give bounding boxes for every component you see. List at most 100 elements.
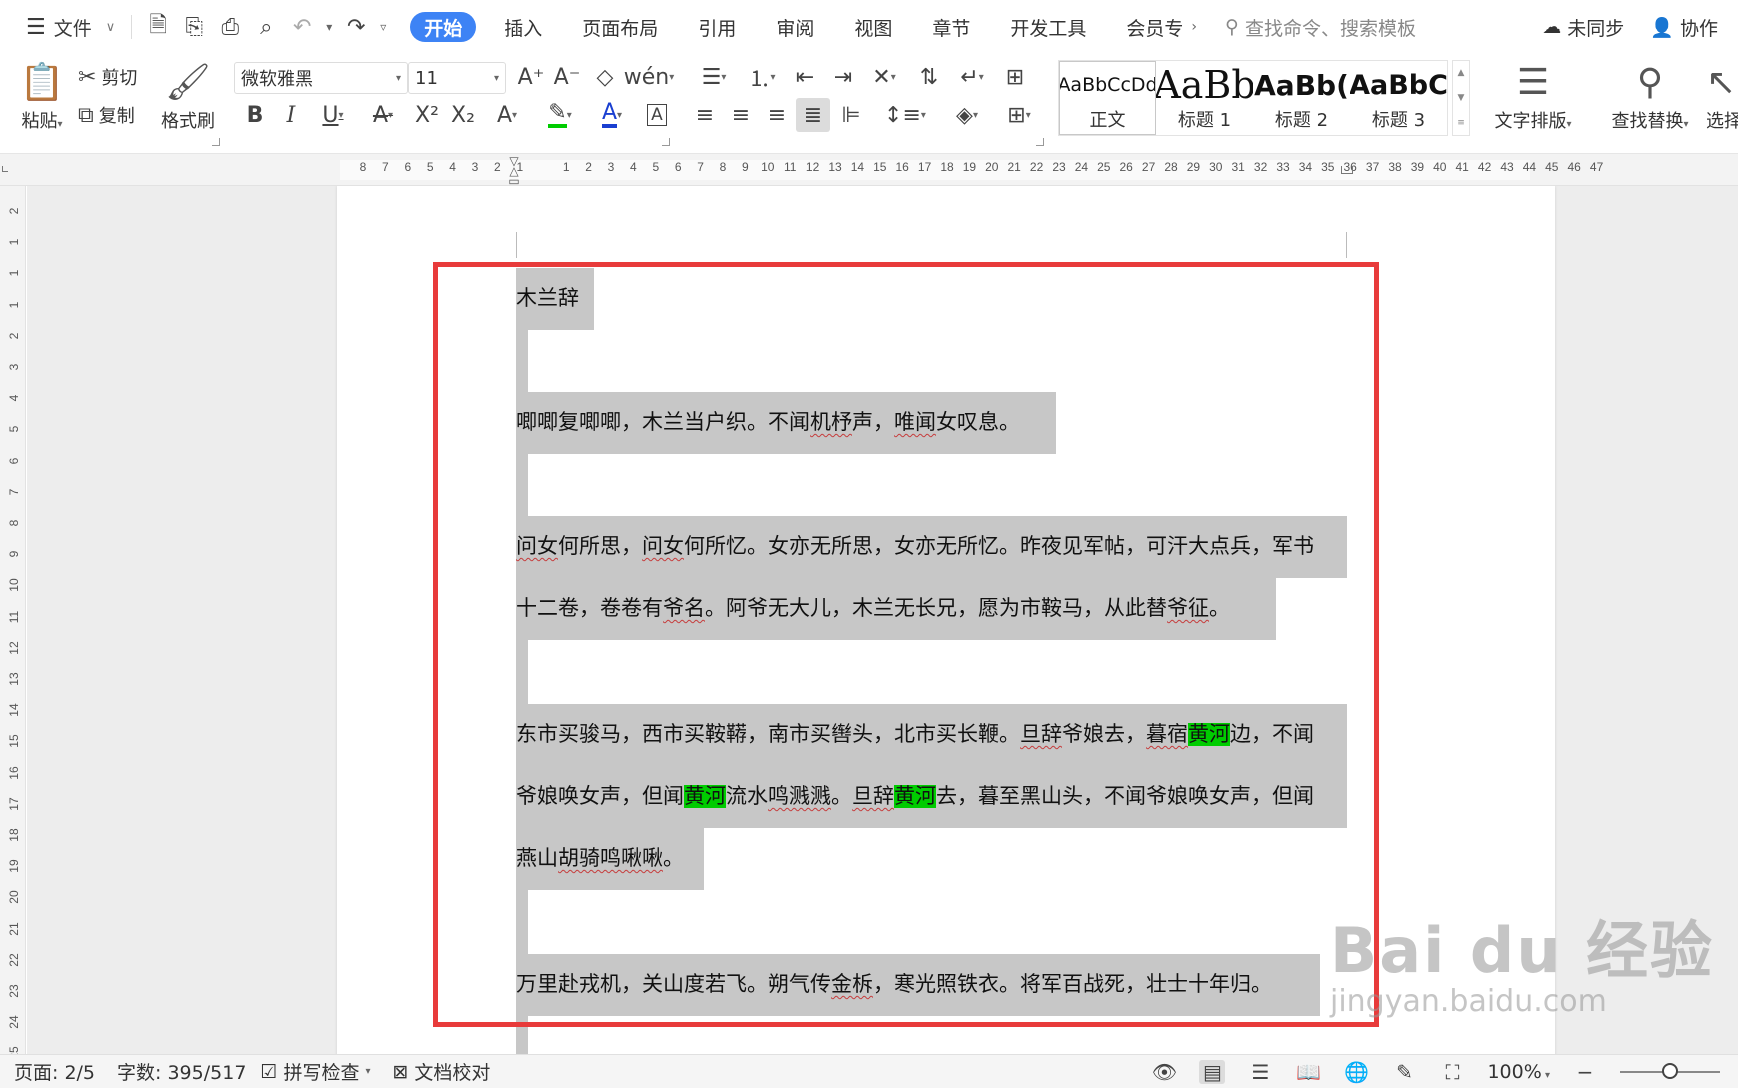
ruler-tick-label: 25 [7,1046,21,1054]
line-spacing-icon[interactable]: ↕≡ ▾ [882,98,928,132]
text-layout-button[interactable]: ☰ 文字排版▾ [1488,58,1578,138]
cut-button[interactable]: ✂ 剪切 [78,60,137,94]
export-pdf-icon[interactable]: ⎘ [176,9,212,45]
superscript-icon[interactable]: X² [410,98,444,132]
word-count[interactable]: 字数: 395/517 [117,1058,246,1085]
justify-icon[interactable]: ≣ [796,98,830,132]
spellcheck-button[interactable]: ☑ 拼写检查 ▾ [260,1058,370,1085]
character-border-icon[interactable]: A [640,98,674,132]
strikethrough-icon[interactable]: A ▾ [360,98,406,132]
clipboard-dialog-launcher[interactable] [212,138,220,146]
style-heading-2[interactable]: AaBb( 标题 2 [1253,61,1350,135]
tab-home[interactable]: 开始 [410,12,477,42]
zoom-out-icon[interactable]: − [1572,1060,1598,1084]
ruler-tick-label: 2 [585,160,592,174]
horizontal-ruler[interactable]: 8 7 6 5 4 3 2 1 1 2 3 4 5 6 7 8 9 10 11 12 13 14 15 16 17 18 19 20 2… [0,154,1738,186]
proofread-label: 文档校对 [414,1062,491,1084]
magnifier-icon: ⚲ [1636,62,1664,103]
paste-button[interactable]: 📋 粘贴▾ [14,58,70,138]
proofread-button[interactable]: ⊠ 文档校对 [393,1058,491,1085]
zoom-slider[interactable] [1620,1063,1720,1079]
ruler-tick-label: 13 [7,672,21,686]
indent-marker[interactable]: ▽ △ ▭ [507,155,521,187]
eye-protection-icon[interactable]: 👁 [1151,1060,1177,1084]
reading-mode-icon[interactable]: 📖 [1295,1060,1321,1084]
format-painter-button[interactable]: 🖌 格式刷 [158,58,218,138]
align-left-icon[interactable]: ≡ [688,98,722,132]
print-preview-icon[interactable]: ⌕ [248,9,284,45]
redo-icon[interactable]: ↷ [338,9,374,45]
font-size-select[interactable]: 11 ▾ [408,62,506,94]
ruler-tick-label: 21 [7,921,21,936]
vertical-ruler[interactable]: 2 1 1 1 2 3 4 5 6 7 8 9 10 11 12 13 14 15 16 17 18 19 20 21 22 23… [0,186,26,1054]
undo-icon[interactable]: ↶ [284,9,320,45]
collaborate-button[interactable]: 👤 协作 [1650,14,1718,41]
tab-chapter[interactable]: 章节 [912,9,990,45]
zoom-select[interactable]: 100% ▾ [1487,1061,1550,1083]
find-replace-button[interactable]: ⚲ 查找替换▾ [1602,58,1698,138]
font-dialog-launcher[interactable] [662,138,670,146]
highlight-color-icon[interactable]: ✎ ▾ [536,98,584,132]
fit-page-icon[interactable]: ⛶ [1439,1060,1465,1084]
outline-view-icon[interactable]: ☰ [1247,1060,1273,1084]
style-heading-1[interactable]: AaBb 标题 1 [1156,61,1253,135]
increase-indent-icon[interactable]: ⇥ [826,60,860,94]
tab-stop-selector[interactable] [2,166,8,172]
shading-icon[interactable]: ◈ ▾ [944,98,990,132]
subscript-icon[interactable]: X₂ [446,98,480,132]
paragraph-dialog-launcher[interactable] [1036,138,1044,146]
sync-status-button[interactable]: ☁ 未同步 [1542,14,1624,41]
align-center-icon[interactable]: ≡ [724,98,758,132]
underline-icon[interactable]: U ▾ [310,98,356,132]
table-tabs-icon[interactable]: ⊞ [998,60,1032,94]
checkbox-icon: ☑ [260,1060,278,1083]
font-name-select[interactable]: 微软雅黑 ▾ [234,62,408,94]
styles-scroll[interactable]: ▲ ▼ ≡ [1452,60,1470,136]
font-color-icon[interactable]: A ▾ [588,98,636,132]
tab-view[interactable]: 视图 [834,9,912,45]
grow-font-icon[interactable]: A⁺ [514,60,548,94]
page-indicator[interactable]: 页面: 2/5 [14,1058,95,1085]
file-menu-button[interactable]: ☰ 文件 ∨ [18,7,123,47]
tab-references[interactable]: 引用 [678,9,756,45]
sort-icon[interactable]: ⇅ [912,60,946,94]
right-indent-marker[interactable] [1341,166,1353,174]
tab-page-layout[interactable]: 页面布局 [562,9,678,45]
tabs-more-icon[interactable]: › [1191,19,1197,35]
page-view-icon[interactable]: ▤ [1199,1060,1226,1084]
bold-icon[interactable]: B [238,98,272,132]
tab-insert[interactable]: 插入 [484,9,562,45]
customize-toolbar-icon[interactable]: ▿ [374,9,392,45]
chinese-layout-icon[interactable]: ✕ ▾ [862,60,906,94]
show-marks-icon[interactable]: ↵ ▾ [950,60,994,94]
save-icon[interactable]: 🗎 [140,9,176,45]
print-icon[interactable]: ⎙ [212,9,248,45]
clear-format-icon[interactable]: ◇ [588,60,622,94]
borders-icon[interactable]: ⊞ ▾ [996,98,1042,132]
chevron-down-icon[interactable]: ▼ [1458,93,1465,103]
web-view-icon[interactable]: 🌐 [1343,1060,1369,1084]
numbered-list-icon[interactable]: ⒈ ▾ [740,60,784,94]
distributed-align-icon[interactable]: ⊫ [834,98,868,132]
tab-member[interactable]: 会员专 [1106,9,1203,45]
copy-button[interactable]: ⧉ 复制 [78,98,135,132]
tab-developer[interactable]: 开发工具 [990,9,1106,45]
bullet-list-icon[interactable]: ☰ ▾ [692,60,736,94]
decrease-indent-icon[interactable]: ⇤ [788,60,822,94]
hamburger-icon: ☰ [26,14,46,40]
select-button[interactable]: ↖ 选择 [1706,58,1738,138]
zoom-slider-knob[interactable] [1662,1063,1678,1079]
command-search[interactable]: ⚲ 查找命令、搜索模板 [1225,14,1416,41]
align-right-icon[interactable]: ≡ [760,98,794,132]
style-heading-3[interactable]: AaBbC 标题 3 [1350,61,1447,135]
undo-dropdown-icon[interactable]: ▾ [320,9,338,45]
expand-icon[interactable]: ≡ [1457,118,1465,128]
tab-review[interactable]: 审阅 [756,9,834,45]
text-effect-icon[interactable]: A ▾ [484,98,530,132]
shrink-font-icon[interactable]: A⁻ [550,60,584,94]
write-mode-icon[interactable]: ✎ [1391,1060,1417,1084]
style-normal[interactable]: AaBbCcDd 正文 [1059,61,1156,135]
italic-icon[interactable]: I [274,98,308,132]
phonetic-guide-icon[interactable]: wén ▾ [624,60,675,94]
chevron-up-icon[interactable]: ▲ [1458,68,1465,78]
